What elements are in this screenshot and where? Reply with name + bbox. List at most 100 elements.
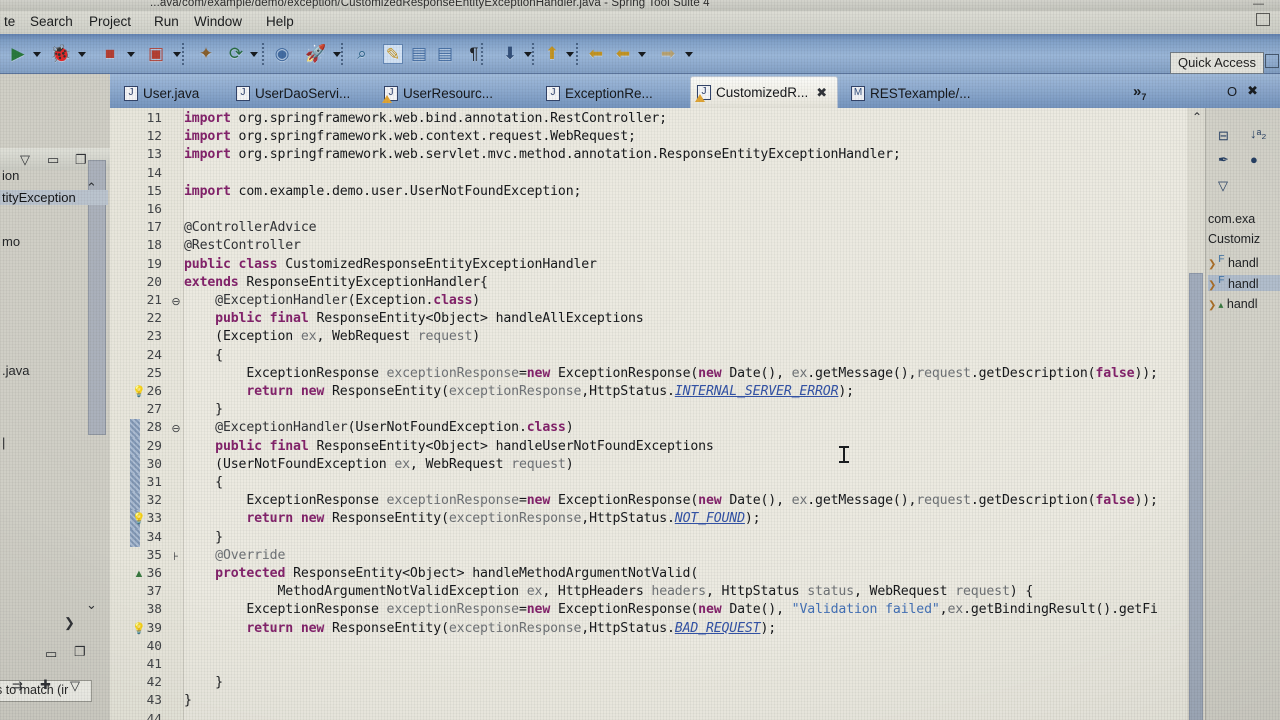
add-icon[interactable]: ✚ [40, 677, 51, 693]
sort-alphabetical-icon[interactable]: ↓ᵃ₂ [1250, 126, 1266, 141]
stop-dropdown-arrow[interactable] [127, 52, 135, 57]
menu-item-te[interactable]: te [0, 14, 19, 29]
editor-vertical-scrollbar[interactable]: ⌃ ⌄ [1187, 108, 1205, 720]
code-line[interactable]: } [184, 401, 1187, 419]
stop-button[interactable]: ■ [100, 44, 120, 64]
code-line[interactable]: return new ResponseEntity(exceptionRespo… [184, 383, 1187, 401]
quick-fix-bulb-icon[interactable]: 💡 [132, 385, 146, 399]
refresh-dropdown-arrow[interactable] [250, 52, 258, 57]
code-text-area[interactable]: import org.springframework.web.bind.anno… [184, 108, 1187, 720]
code-line[interactable]: } [184, 674, 1187, 692]
code-line[interactable]: MethodArgumentNotValidException ex, Http… [184, 583, 1187, 601]
back-arrow[interactable] [638, 52, 646, 57]
code-line[interactable]: import org.springframework.web.context.r… [184, 128, 1187, 146]
editor-gutter[interactable]: 11 12 13 14 15 16 17 18 19 20 21 ⊖ 22 23 24 25 26 💡 27 28 ⊖ 2… [110, 108, 184, 720]
outline-item-4[interactable]: ❯ ▴ handl [1208, 297, 1280, 311]
code-line[interactable] [184, 711, 1187, 720]
editor-tab-customizedr[interactable]: J CustomizedR... ✖ [690, 76, 838, 108]
code-line[interactable]: return new ResponseEntity(exceptionRespo… [184, 510, 1187, 528]
scroll-up-icon[interactable]: ⌃ [1192, 110, 1202, 124]
menu-item-project[interactable]: Project [85, 14, 135, 29]
code-line[interactable]: @ExceptionHandler(UserNotFoundException.… [184, 419, 1187, 437]
editor-tab-userjava[interactable]: J User.java [118, 78, 228, 108]
code-line[interactable]: (Exception ex, WebRequest request) [184, 328, 1187, 346]
quick-access-field[interactable]: Quick Access [1169, 52, 1264, 74]
code-line[interactable]: public class CustomizedResponseEntityExc… [184, 256, 1187, 274]
code-line[interactable]: ExceptionResponse exceptionResponse=new … [184, 492, 1187, 510]
scroll-down-icon[interactable]: ⌄ [86, 597, 97, 613]
minimize-icon[interactable]: ▭ [47, 152, 59, 168]
prev-annotation-icon[interactable]: ⬆ [542, 44, 562, 64]
code-line[interactable]: ExceptionResponse exceptionResponse=new … [184, 601, 1187, 619]
menu-item-run[interactable]: Run [150, 14, 183, 29]
code-line[interactable]: ExceptionResponse exceptionResponse=new … [184, 365, 1187, 383]
main-toolbar[interactable]: ▶ 🐞 ■ ▣ ✦ ⟳ ◉ 🚀 ⌕ ✎ ▤ ▤ ¶ ⬇ ⬆ ⬅ ⬅ ➡ [0, 34, 1280, 74]
pilcrow-icon[interactable]: ¶ [464, 44, 484, 64]
package-explorer-panel[interactable]: s to match (ir ion tityException mo .java | ▽… [0, 74, 110, 720]
view-maximize-icon[interactable]: ❐ [74, 644, 86, 660]
code-line[interactable] [184, 165, 1187, 183]
code-line[interactable] [184, 201, 1187, 219]
outline-view-tab[interactable]: O ✖ [1205, 74, 1280, 108]
relaunch-dropdown-arrow[interactable] [173, 52, 181, 57]
hide-fields-icon[interactable]: ✒ [1218, 152, 1229, 168]
menu-bar[interactable]: te Search Project Run Window Help [0, 11, 1280, 34]
outline-view[interactable]: ⊟ ↓ᵃ₂ ✒ ● ▽ com.exa Customiz ❯ F handl ❯ F handl ❯ ▴… [1205, 108, 1280, 720]
boot-dashboard-icon[interactable]: 🚀 [305, 44, 326, 64]
expand-icon[interactable]: ❯ [64, 615, 75, 631]
package-explorer-item-3[interactable]: .java [0, 363, 29, 378]
editor-tab-bar[interactable]: »7 J User.java J UserDaoServi... J UserResour… [110, 74, 1280, 108]
code-line[interactable]: } [184, 529, 1187, 547]
outline-tab-label[interactable]: O [1227, 84, 1237, 99]
java-source-editor[interactable]: 11 12 13 14 15 16 17 18 19 20 21 ⊖ 22 23 24 25 26 💡 27 28 ⊖ 2… [110, 108, 1205, 720]
next-annotation-icon[interactable]: ⬇ [500, 44, 520, 64]
menu-item-window[interactable]: Window [190, 14, 246, 29]
forward-arrow[interactable] [685, 52, 693, 57]
close-tab-icon[interactable]: ✖ [816, 85, 827, 101]
code-line[interactable] [184, 638, 1187, 656]
hide-static-icon[interactable]: ● [1250, 152, 1258, 167]
code-line[interactable]: { [184, 474, 1187, 492]
quick-fix-bulb-icon[interactable]: 💡 [132, 622, 146, 636]
view-menu-icon[interactable]: ▽ [1218, 178, 1228, 194]
debug-button[interactable]: 🐞 [50, 44, 71, 64]
more-editors-chevron-icon[interactable]: »7 [1133, 83, 1146, 102]
outline-item-0[interactable]: com.exa [1208, 212, 1280, 226]
link-editor-icon[interactable]: ⇉ [12, 678, 23, 694]
collapse-all-icon[interactable]: ▽ [20, 152, 30, 168]
highlight-pen-icon[interactable]: ✎ [383, 44, 403, 64]
show-whitespace-icon[interactable]: ▤ [435, 44, 455, 64]
relaunch-button[interactable]: ▣ [146, 44, 166, 64]
next-annotation-arrow[interactable] [524, 52, 532, 57]
quick-fix-bulb-icon[interactable]: 💡 [132, 512, 146, 526]
refresh-icon[interactable]: ⟳ [226, 44, 246, 64]
editor-tab-userdaoservi[interactable]: J UserDaoServi... [230, 78, 375, 108]
package-explorer-item-0[interactable]: ion [0, 168, 19, 183]
code-line[interactable]: protected ResponseEntity<Object> handleM… [184, 565, 1187, 583]
collapse-all-icon[interactable]: ⊟ [1218, 128, 1229, 144]
code-line[interactable]: import org.springframework.web.servlet.m… [184, 146, 1187, 164]
code-line[interactable]: import com.example.demo.user.UserNotFoun… [184, 183, 1187, 201]
run-dropdown-arrow[interactable] [33, 52, 41, 57]
code-line[interactable]: } [184, 692, 1187, 710]
code-line[interactable]: @ControllerAdvice [184, 219, 1187, 237]
back-icon[interactable]: ⬅ [613, 44, 633, 64]
open-task-icon[interactable]: ▤ [409, 44, 429, 64]
code-line[interactable]: import org.springframework.web.bind.anno… [184, 110, 1187, 128]
run-button[interactable]: ▶ [8, 44, 28, 64]
prev-annotation-arrow[interactable] [566, 52, 574, 57]
minimize-window-icon[interactable]: — [1253, 0, 1274, 10]
menu-item-help[interactable]: Help [262, 14, 298, 29]
expand-twisty-icon[interactable]: ❯ [1208, 280, 1216, 291]
code-line[interactable]: return new ResponseEntity(exceptionRespo… [184, 620, 1187, 638]
code-line[interactable]: public final ResponseEntity<Object> hand… [184, 310, 1187, 328]
code-line[interactable]: extends ResponseEntityExceptionHandler{ [184, 274, 1187, 292]
last-edit-location-icon[interactable]: ⬅ [586, 44, 606, 64]
code-line[interactable]: @RestController [184, 237, 1187, 255]
maximize-icon[interactable]: ❐ [75, 152, 87, 168]
close-outline-icon[interactable]: ✖ [1247, 83, 1258, 99]
override-indicator-icon[interactable]: ▲ [132, 567, 146, 581]
code-line[interactable] [184, 656, 1187, 674]
perspective-switcher-icon[interactable] [1265, 54, 1279, 68]
code-line[interactable]: (UserNotFoundException ex, WebRequest re… [184, 456, 1187, 474]
